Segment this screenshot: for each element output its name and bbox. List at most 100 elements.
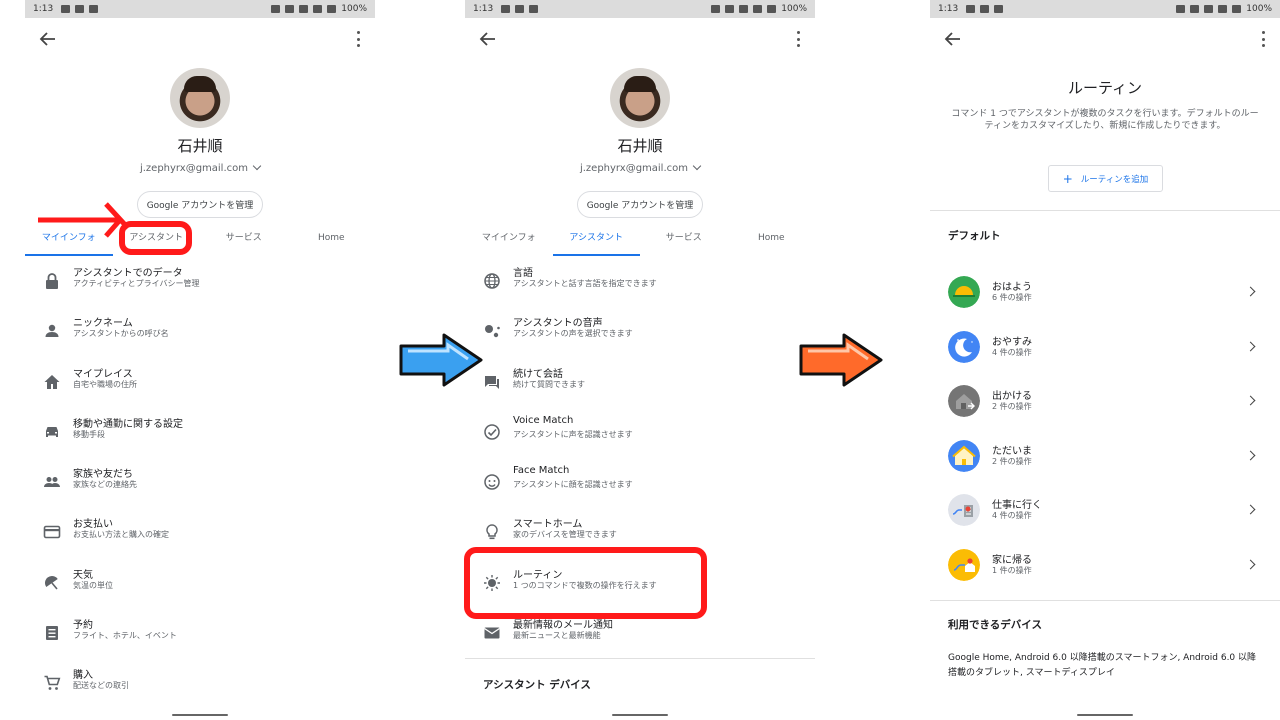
routine-title: 仕事に行く [992, 500, 1042, 511]
manage-account-button[interactable]: Google アカウントを管理 [137, 191, 263, 218]
tab-home[interactable]: Home [288, 224, 376, 256]
translate-icon [89, 5, 99, 13]
list-item[interactable]: お支払い お支払い方法と購入の確定 [25, 507, 375, 557]
chevron-right-icon [1245, 395, 1256, 406]
chevron-right-icon [1245, 559, 1256, 569]
image-icon [501, 5, 511, 13]
routine-item[interactable]: おはよう 6 件の操作 [930, 266, 1280, 320]
routine-item[interactable]: ただいま 2 件の操作 [930, 430, 1280, 484]
routine-item[interactable]: 出かける 2 件の操作 [930, 375, 1280, 429]
tab-services[interactable]: サービス [200, 224, 288, 256]
profile-name: 石井順 [617, 137, 663, 155]
item-subtitle: アシスタントからの呼び名 [73, 329, 169, 339]
add-routine-button[interactable]: + ルーティンを追加 [1048, 165, 1163, 192]
list-item[interactable]: 予約 フライト、ホテル、イベント [25, 608, 375, 658]
gesture-bar[interactable] [172, 714, 228, 716]
card-icon [43, 526, 61, 539]
list-item[interactable]: マイプレイス 自宅や職場の住所 [25, 357, 375, 407]
list-item[interactable]: 移動や通勤に関する設定 移動手段 [25, 407, 375, 457]
alarm-icon [1176, 5, 1186, 13]
orange-arrow-icon [799, 333, 883, 387]
routine-item[interactable]: 家に帰る 1 件の操作 [930, 539, 1280, 593]
page-description: コマンド 1 つでアシスタントが複数のタスクを行います。デフォルトのルーティンを… [951, 109, 1259, 131]
item-subtitle: 配送などの取引 [73, 681, 129, 691]
list-item[interactable]: 天気 気温の単位 [25, 558, 375, 608]
item-title: 天気 [73, 569, 93, 581]
tab-bar: マイインフォ アシスタント サービス Home [465, 224, 815, 256]
list-item[interactable]: 最新情報のメール通知 最新ニュースと最新機能 [465, 608, 815, 658]
tab-home[interactable]: Home [728, 224, 816, 256]
assistant-dots-icon [485, 325, 500, 338]
more-options-icon[interactable] [1260, 31, 1266, 47]
leave-home-icon [948, 385, 980, 417]
blue-arrow-icon [399, 333, 483, 387]
commute-home-icon [948, 548, 980, 581]
mail-icon [484, 627, 500, 639]
list-item[interactable]: 家族や友だち 家族などの連絡先 [25, 457, 375, 507]
page-title: ルーティン [1067, 79, 1143, 97]
chevron-right-icon [1245, 286, 1256, 297]
home-icon [44, 374, 60, 389]
red-pointer-arrow [38, 202, 130, 238]
more-options-icon[interactable] [795, 31, 801, 47]
routine-subtitle: 6 件の操作 [992, 293, 1032, 302]
more-options-icon[interactable] [355, 31, 361, 47]
vibrate-icon [285, 5, 295, 13]
item-subtitle: 続けて質問できます [513, 379, 585, 389]
item-subtitle: 自宅や職場の住所 [73, 379, 137, 389]
tab-services[interactable]: サービス [640, 224, 728, 256]
routine-subtitle: 4 件の操作 [992, 347, 1032, 357]
back-arrow-icon[interactable] [944, 30, 962, 48]
image-icon [61, 5, 71, 13]
item-title: 続けて会話 [513, 368, 563, 380]
battery-icon [327, 5, 337, 13]
tab-my-info[interactable]: マイインフォ [465, 224, 553, 256]
list-item[interactable]: スマートホーム 家のデバイスを管理できます [465, 507, 815, 557]
manage-account-button[interactable]: Google アカウントを管理 [577, 191, 703, 218]
routine-title: 出かける [992, 391, 1032, 402]
status-bar: 1:13 100% [25, 0, 375, 18]
globe-icon [484, 273, 500, 289]
lock-icon [46, 273, 58, 289]
list-item[interactable]: Voice Match アシスタントに声を認識させます [465, 407, 815, 457]
back-arrow-icon[interactable] [39, 30, 57, 48]
list-item[interactable]: アシスタントでのデータ アクティビティとプライバシー管理 [25, 256, 375, 306]
chevron-right-icon [1245, 450, 1256, 460]
list-item[interactable]: 続けて会話 続けて質問できます [465, 357, 815, 407]
gesture-bar[interactable] [612, 714, 668, 716]
status-time: 1:13 [473, 4, 494, 14]
list-item[interactable]: 言語 アシスタントと話す言語を指定できます [465, 256, 815, 306]
status-time: 1:13 [33, 4, 54, 14]
status-time: 1:13 [938, 4, 959, 14]
item-title: お支払い [73, 519, 113, 531]
item-title: 購入 [73, 670, 93, 682]
item-title: マイプレイス [73, 368, 133, 380]
list-item[interactable]: アシスタントの音声 アシスタントの声を選択できます [465, 306, 815, 356]
alarm-icon [271, 5, 281, 13]
gesture-bar[interactable] [1077, 714, 1133, 716]
back-arrow-icon[interactable] [479, 30, 497, 48]
voice-match-icon [484, 424, 500, 440]
reservation-icon [46, 626, 58, 641]
list-item[interactable]: 購入 配送などの取引 [25, 658, 375, 708]
lightbulb-icon [486, 524, 498, 540]
routine-subtitle: 1 件の操作 [992, 565, 1032, 575]
account-switcher[interactable]: j.zephyrx@gmail.com [25, 161, 375, 174]
car-icon [46, 426, 58, 437]
list-item[interactable]: ニックネーム アシスタントからの呼び名 [25, 306, 375, 356]
account-switcher[interactable]: j.zephyrx@gmail.com [465, 161, 815, 174]
item-title: Face Match [513, 465, 570, 477]
tab-assistant[interactable]: アシスタント [552, 224, 641, 256]
battery-level: 100% [1246, 4, 1272, 14]
routine-item[interactable]: 仕事に行く 4 件の操作 [930, 484, 1280, 538]
wifi-icon [739, 5, 749, 13]
routine-item[interactable]: おやすみ 4 件の操作 [930, 321, 1280, 375]
list-item-routine[interactable]: ルーティン 1 つのコマンドで複数の操作を行えます [465, 558, 815, 608]
signal-icon [1218, 5, 1228, 13]
item-subtitle: アシスタントに声を認識させます [513, 429, 633, 439]
more-notifications-icon [75, 5, 85, 13]
list-item[interactable]: Face Match アシスタントに顔を認識させます [465, 457, 815, 507]
divider [930, 210, 1280, 211]
item-subtitle: アクティビティとプライバシー管理 [73, 279, 200, 288]
translate-icon [529, 5, 539, 13]
